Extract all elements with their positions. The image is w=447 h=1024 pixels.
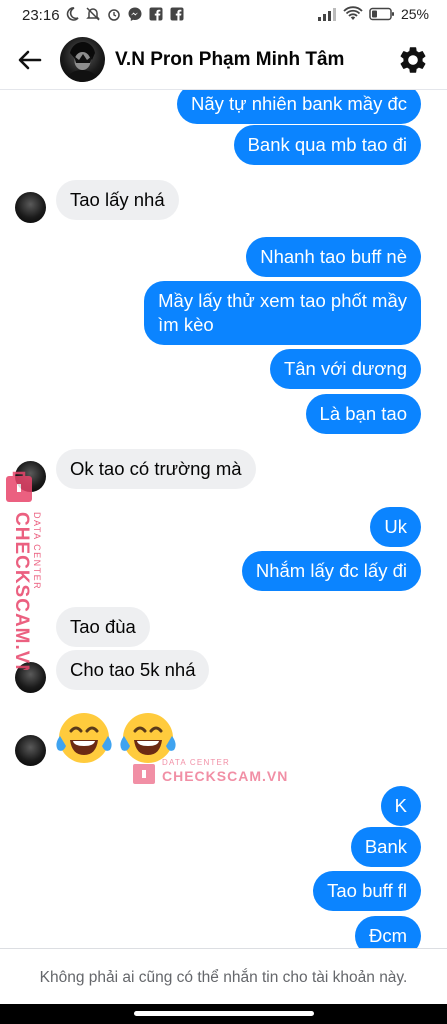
battery-icon [369,7,394,21]
message-bubble-incoming[interactable]: Ok tao có trường mà [56,449,256,489]
message-bubble-outgoing[interactable]: Nhanh tao buff nè [246,237,421,277]
message-bubble-outgoing[interactable]: K [380,786,421,826]
gear-icon[interactable] [397,44,429,76]
checkscam-watermark-vertical: CHECKSCAM.VN DATA CENTER [6,471,42,670]
chat-header: V.N Pron Phạm Minh Tâm [0,32,447,90]
sender-avatar[interactable] [15,192,46,223]
message-bubble-incoming[interactable]: Tao lấy nhá [56,180,179,220]
svg-text:CHECKSCAM.VN: CHECKSCAM.VN [162,768,288,784]
checkscam-watermark-horizontal: DATA CENTER CHECKSCAM.VN [133,758,288,784]
message-list[interactable]: Nãy tự nhiên bank mầy đc Bank qua mb tao… [0,90,447,948]
face-with-tears-of-joy-icon[interactable] [54,708,114,768]
message-bubble-outgoing[interactable]: Tao buff fl [313,871,421,911]
facebook-icon [149,7,163,21]
message-bubble-outgoing[interactable]: Bank [350,827,421,867]
message-bubble-outgoing[interactable]: Bank qua mb tao đi [233,125,421,165]
svg-text:DATA CENTER: DATA CENTER [32,512,42,590]
svg-text:CHECKSCAM.VN: CHECKSCAM.VN [11,512,32,670]
messenger-icon [128,7,142,21]
system-nav-bar [0,1004,447,1024]
moon-icon [66,7,79,21]
message-bubble-incoming[interactable]: Tao đùa [56,607,150,647]
arrow-left-icon[interactable] [16,46,44,74]
message-bubble-outgoing[interactable]: Đcm [354,916,421,948]
restricted-notice: Không phải ai cũng có thể nhắn tin cho t… [39,969,408,986]
message-line: ìm kèo [158,314,214,335]
message-bubble-outgoing[interactable]: Là bạn tao [305,394,421,434]
contact-name[interactable]: V.N Pron Phạm Minh Tâm [115,49,344,71]
message-bubble-outgoing[interactable]: Nãy tự nhiên bank mầy đc [177,90,421,124]
message-bubble-outgoing[interactable]: Nhắm lấy đc lấy đi [241,551,421,591]
message-bubble-incoming[interactable]: Cho tao 5k nhá [56,650,210,690]
message-bubble-outgoing[interactable]: Uk [370,507,421,547]
home-indicator[interactable] [134,1011,314,1016]
mute-icon [86,7,100,21]
alarm-icon [108,9,120,21]
message-bubble-outgoing[interactable]: Tân với dương [269,349,421,389]
contact-avatar[interactable] [60,37,105,82]
svg-text:DATA CENTER: DATA CENTER [162,758,230,767]
status-right-icons: 25% [317,6,429,22]
message-line: Mầy lấy thử xem tao phốt mầy [158,290,407,311]
signal-icon [317,8,336,21]
wifi-icon [343,6,363,20]
facebook-icon [170,7,184,21]
sender-avatar[interactable] [15,735,46,766]
messaging-restricted-banner: Không phải ai cũng có thể nhắn tin cho t… [0,948,447,1004]
message-bubble-outgoing[interactable]: Mầy lấy thử xem tao phốt mầy ìm kèo [144,281,421,345]
status-time: 23:16 [22,7,60,24]
status-bar: 23:16 25% [0,0,447,32]
battery-percent: 25% [400,6,429,22]
status-left-icons [64,6,185,22]
